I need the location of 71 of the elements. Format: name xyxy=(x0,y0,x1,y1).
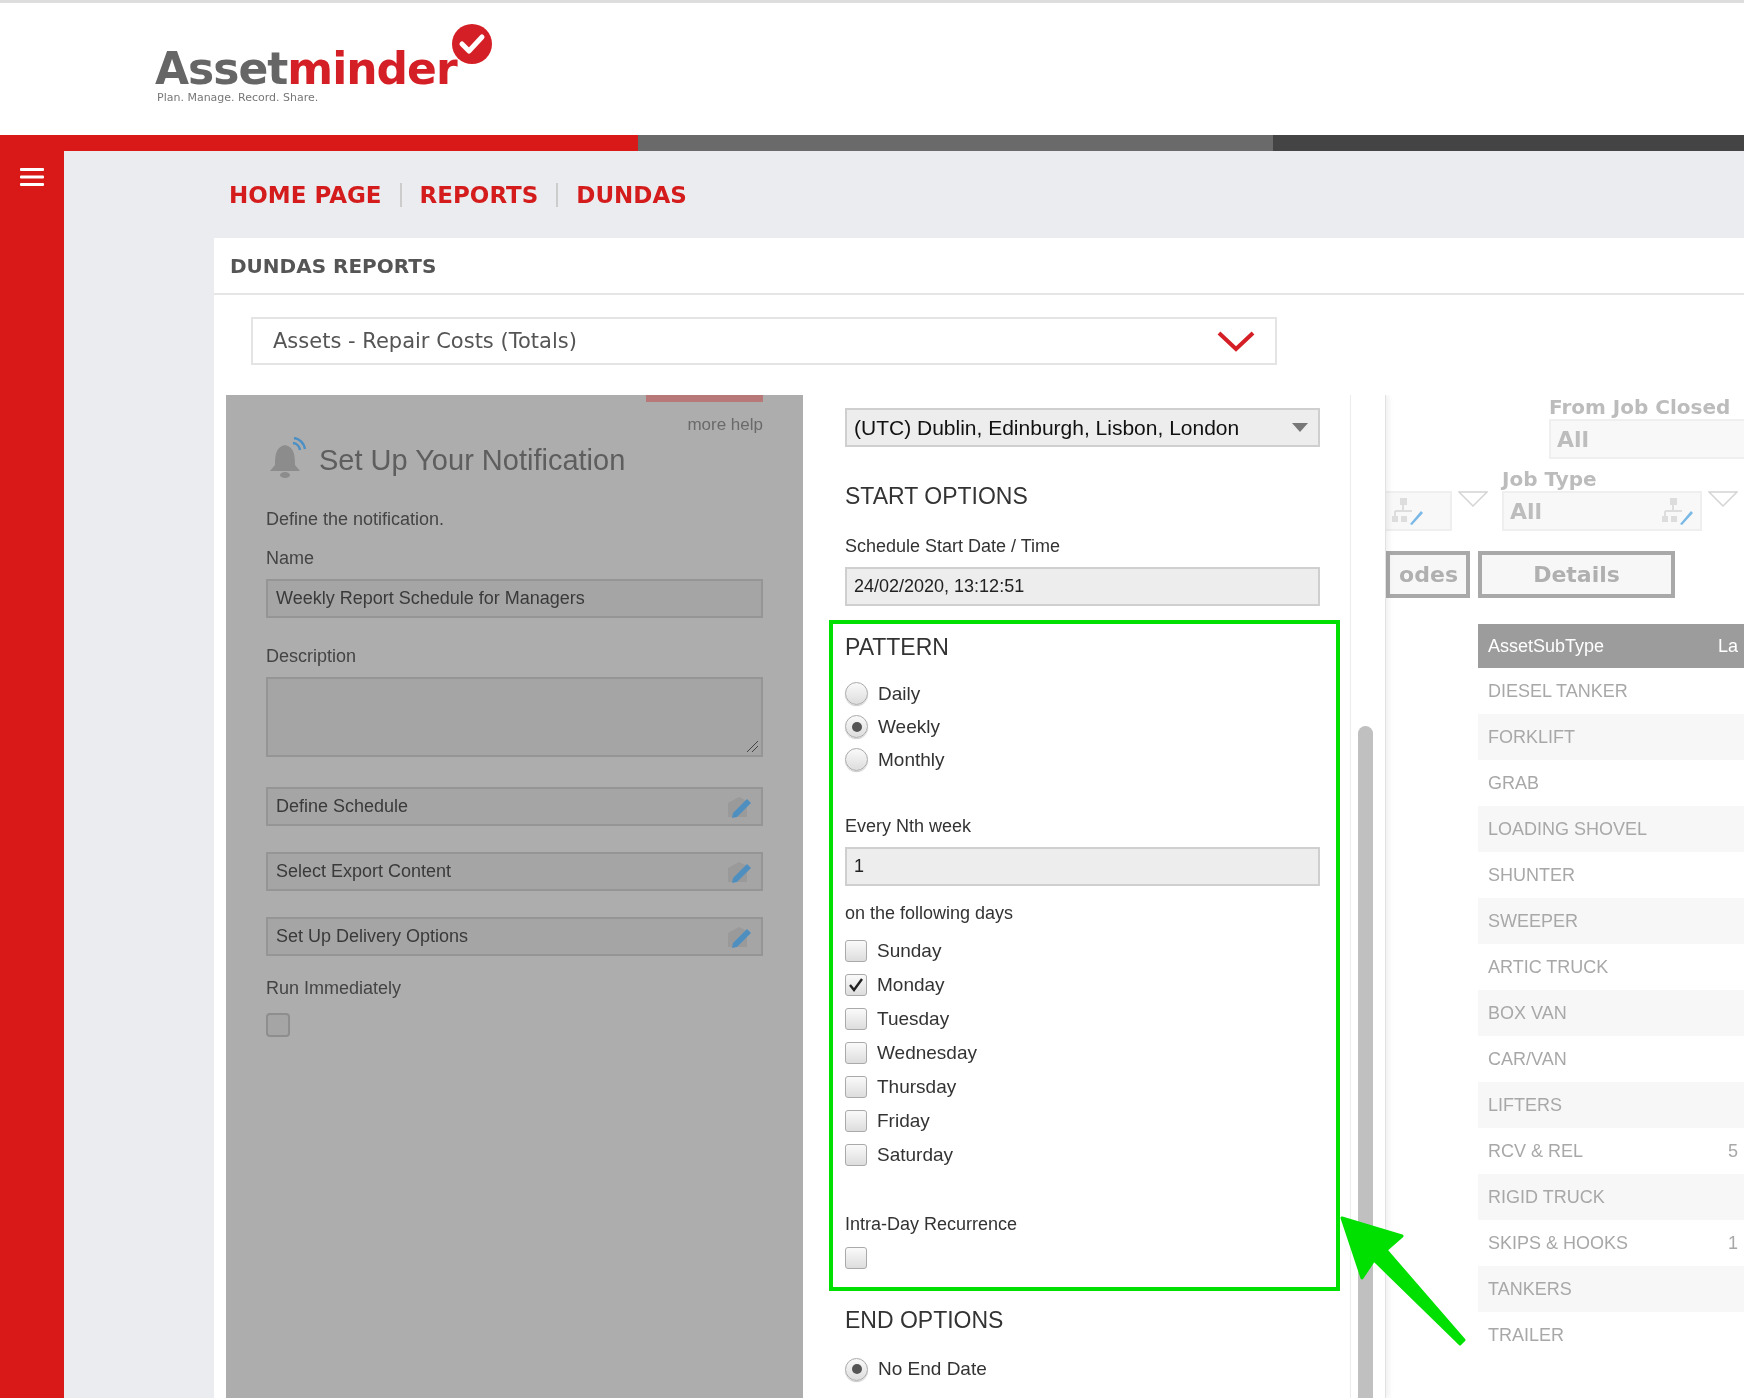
day-checkbox[interactable]: Saturday xyxy=(845,1138,1320,1172)
table-cell-text: SWEEPER xyxy=(1487,909,1580,933)
chevron-down-icon xyxy=(1217,330,1255,352)
table-cell-text: LOADING SHOVEL xyxy=(1487,817,1649,841)
table-cell-text: FORKLIFT xyxy=(1487,725,1576,749)
breadcrumb-link[interactable]: DUNDAS xyxy=(576,181,687,208)
checkbox[interactable] xyxy=(845,1247,867,1269)
filter-field[interactable] xyxy=(1386,491,1452,531)
start-date-field[interactable]: 24/02/2020, 13:12:51 xyxy=(845,567,1320,606)
checkmark-icon xyxy=(848,978,864,992)
dropdown-triangle-icon xyxy=(1292,422,1308,433)
field-label: Schedule Start Date / Time xyxy=(845,536,1062,557)
table-cell-text: LIFTERS xyxy=(1487,1093,1563,1117)
day-checkbox[interactable]: Tuesday xyxy=(845,1002,1320,1036)
table-cell-text: 5 xyxy=(1727,1139,1739,1163)
hierarchy-picker-icon[interactable] xyxy=(1390,496,1424,526)
section-heading: END OPTIONS xyxy=(845,1307,1005,1334)
report-dropdown[interactable]: Assets - Repair Costs (Totals) xyxy=(251,317,1277,365)
filter-label: From Job Closed xyxy=(1549,395,1731,419)
timezone-dropdown[interactable]: (UTC) Dublin, Edinburgh, Lisbon, London xyxy=(845,408,1320,447)
section-heading: START OPTIONS xyxy=(845,483,1029,510)
menu-icon[interactable] xyxy=(20,167,44,187)
dropdown-triangle-icon[interactable] xyxy=(1708,491,1738,507)
day-checkbox[interactable]: Sunday xyxy=(845,934,1320,968)
table-cell-text: SHUNTER xyxy=(1487,863,1576,887)
intro-text: Define the notification. xyxy=(266,509,446,530)
step-button[interactable]: Set Up Delivery Options xyxy=(266,917,763,956)
table-cell-text: DIESEL TANKER xyxy=(1487,679,1629,703)
field-label: Name xyxy=(266,548,315,569)
field-label: Description xyxy=(266,646,358,667)
table-cell-text: SKIPS & HOOKS xyxy=(1487,1231,1630,1255)
hierarchy-picker-icon[interactable] xyxy=(1660,496,1694,526)
table-cell-text: TRAILER xyxy=(1487,1323,1566,1347)
nth-week-field[interactable]: 1 xyxy=(845,847,1320,886)
step-button[interactable]: Define Schedule xyxy=(266,787,763,826)
column-header: La xyxy=(1716,634,1739,658)
table-cell-text: 1 xyxy=(1727,1231,1739,1255)
field-label: Run Immediately xyxy=(266,978,403,999)
filter-label: Job Type xyxy=(1502,467,1597,491)
breadcrumb-link[interactable]: REPORTS xyxy=(419,181,539,208)
column-header: AssetSubType xyxy=(1487,634,1606,658)
step-button[interactable]: Select Export Content xyxy=(266,852,763,891)
dialog-title: Set Up Your Notification xyxy=(319,443,626,477)
day-checkbox[interactable]: Thursday xyxy=(845,1070,1320,1104)
section-heading: PATTERN xyxy=(845,634,950,661)
table-cell-text: CAR/VAN xyxy=(1487,1047,1568,1071)
table-cell-text: ARTIC TRUCK xyxy=(1487,955,1610,979)
field-label: Intra-Day Recurrence xyxy=(845,1214,1019,1235)
radio-option[interactable]: No End Date xyxy=(845,1352,1320,1386)
table-cell-text: RCV & REL xyxy=(1487,1139,1585,1163)
radio-option[interactable]: Weekly xyxy=(845,710,1320,743)
table-cell-text: RIGID TRUCK xyxy=(1487,1185,1606,1209)
field-label: Every Nth week xyxy=(845,816,973,837)
table-cell-text: BOX VAN xyxy=(1487,1001,1568,1025)
field-label: on the following days xyxy=(845,903,1015,924)
scrollbar-thumb[interactable] xyxy=(1358,726,1373,1398)
name-field[interactable]: Weekly Report Schedule for Managers xyxy=(266,579,763,618)
day-checkbox[interactable]: Wednesday xyxy=(845,1036,1320,1070)
panel-title: DUNDAS REPORTS xyxy=(214,238,1744,295)
table-cell-text: TANKERS xyxy=(1487,1277,1573,1301)
day-checkbox[interactable]: Friday xyxy=(845,1104,1320,1138)
radio-option[interactable]: Monthly xyxy=(845,743,1320,776)
description-field[interactable] xyxy=(266,677,763,757)
day-checkbox[interactable]: Monday xyxy=(845,968,1320,1002)
checkbox[interactable] xyxy=(266,1013,290,1037)
dropdown-triangle-icon[interactable] xyxy=(1458,491,1488,507)
radio-option[interactable]: Daily xyxy=(845,677,1320,710)
table-cell-text: GRAB xyxy=(1487,771,1540,795)
breadcrumb-link[interactable]: HOME PAGE xyxy=(229,181,382,208)
logo: Assetminder Plan. Manage. Record. Share. xyxy=(155,23,493,104)
resize-handle-icon[interactable] xyxy=(745,739,759,753)
